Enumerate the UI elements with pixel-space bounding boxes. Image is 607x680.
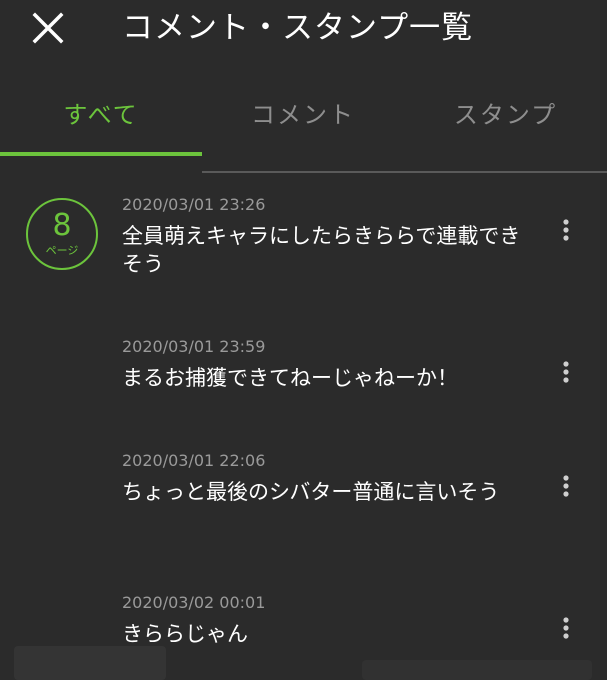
background-panel (362, 660, 592, 680)
header-bar: コメント・スタンプ一覧 (0, 0, 607, 62)
comment-timestamp: 2020/03/01 23:26 (122, 195, 266, 214)
close-icon (32, 12, 64, 44)
comment-text: まるお捕獲できてねーじゃねーか！ (122, 366, 458, 390)
comment-timestamp: 2020/03/02 00:01 (122, 593, 266, 612)
more-options-button[interactable] (556, 614, 576, 642)
close-button[interactable] (28, 8, 68, 48)
more-vertical-icon (563, 361, 569, 383)
page-number: 8 (52, 208, 72, 243)
tab-all[interactable]: すべて (0, 82, 202, 148)
page-title: コメント・スタンプ一覧 (122, 10, 474, 46)
tab-divider (202, 171, 607, 173)
comment-timestamp: 2020/03/01 23:59 (122, 337, 266, 356)
page-unit-label: ページ (45, 244, 79, 257)
comment-text: ちょっと最後のシバター普通に言いそう (122, 480, 500, 504)
tab-stamps[interactable]: スタンプ (404, 82, 607, 148)
tab-bar: すべて コメント スタンプ (0, 82, 607, 156)
comment-timestamp: 2020/03/01 22:06 (122, 451, 266, 470)
more-vertical-icon (563, 617, 569, 639)
more-vertical-icon (563, 475, 569, 497)
active-tab-indicator (0, 152, 202, 156)
comment-text: 全員萌えキャラにしたらきららで連載できそう (122, 224, 521, 276)
background-panel (14, 646, 166, 680)
more-options-button[interactable] (556, 472, 576, 500)
page-badge: 8 ページ (26, 198, 98, 270)
tab-comments[interactable]: コメント (202, 82, 404, 148)
more-options-button[interactable] (556, 358, 576, 386)
comment-text: きららじゃん (122, 622, 248, 646)
more-vertical-icon (563, 219, 569, 241)
more-options-button[interactable] (556, 216, 576, 244)
